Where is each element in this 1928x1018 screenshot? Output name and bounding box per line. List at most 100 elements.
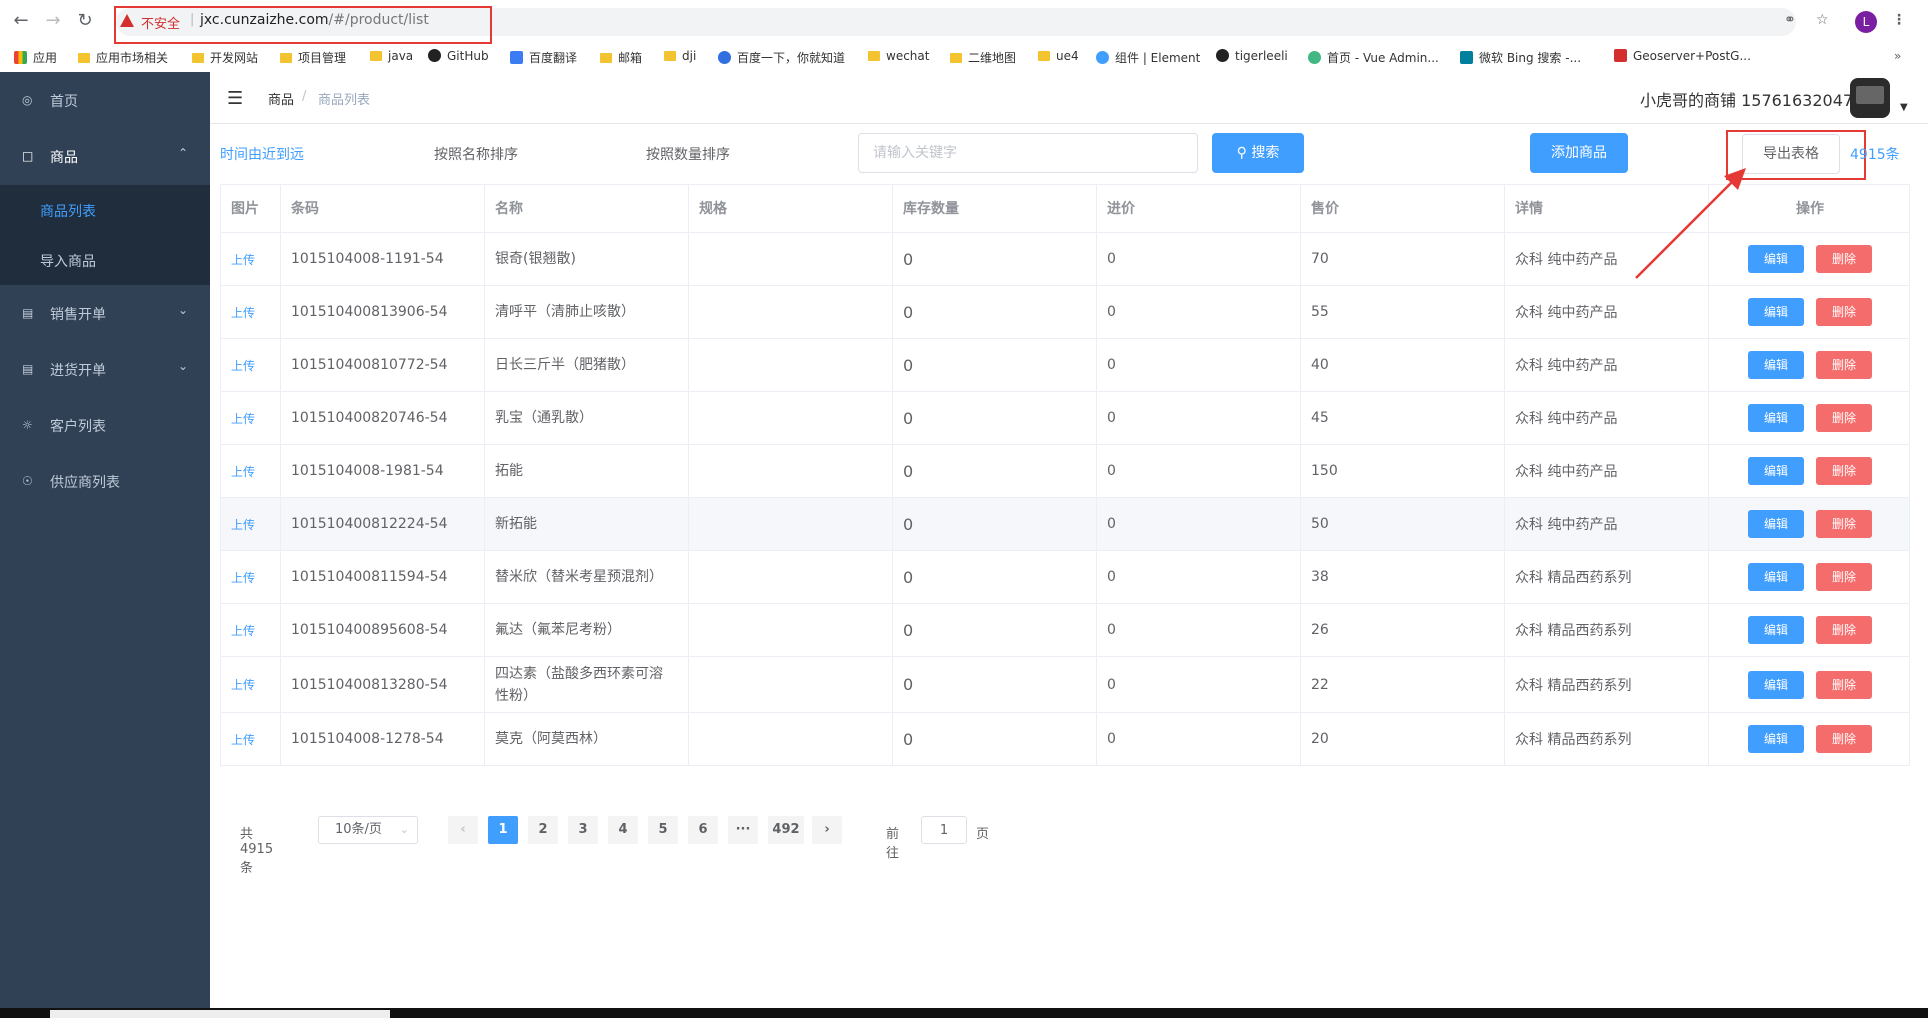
bookmark-apps[interactable]: 应用 (14, 49, 57, 66)
bookmark-folder[interactable]: 应用市场相关 (78, 49, 168, 66)
sidebar-item-import-products[interactable]: 导入商品 (0, 235, 210, 285)
add-product-button[interactable]: 添加商品 (1530, 133, 1628, 173)
sidebar-item-home[interactable]: ◎ 首页 (0, 72, 210, 128)
bookmark-label: wechat (886, 49, 930, 63)
folder-icon (664, 51, 676, 61)
cell-barcode: 1015104008-1278-54 (281, 713, 485, 765)
page-size-select[interactable]: 10条/页 ⌄ (318, 816, 418, 844)
search-button[interactable]: ⚲ 搜索 (1212, 133, 1304, 173)
upload-link[interactable]: 上传 (221, 445, 281, 497)
bookmark-baidu-translate[interactable]: 百度翻译 (510, 49, 577, 66)
cell-name: 新拓能 (485, 498, 689, 550)
bookmark-folder[interactable]: dji (664, 49, 696, 63)
sidebar-item-sales[interactable]: ▤ 销售开单 ⌄ (0, 285, 210, 341)
bookmark-folder[interactable]: java (370, 49, 413, 63)
page-button[interactable]: 492 (768, 816, 804, 844)
user-avatar[interactable] (1850, 78, 1890, 118)
delete-button[interactable]: 删除 (1816, 725, 1872, 753)
hamburger-icon[interactable]: ☰ (227, 88, 243, 109)
page-button[interactable]: 1 (488, 816, 518, 844)
delete-button[interactable]: 删除 (1816, 245, 1872, 273)
translate-icon (510, 51, 523, 64)
upload-link[interactable]: 上传 (221, 551, 281, 603)
edit-button[interactable]: 编辑 (1748, 457, 1804, 485)
table-header: 图片 条码 名称 规格 库存数量 进价 售价 详情 操作 (221, 185, 1909, 233)
back-arrow-icon[interactable]: ← (10, 10, 32, 32)
delete-button[interactable]: 删除 (1816, 351, 1872, 379)
reload-icon[interactable]: ↻ (74, 10, 96, 32)
upload-link[interactable]: 上传 (221, 604, 281, 656)
edit-button[interactable]: 编辑 (1748, 670, 1804, 699)
delete-button[interactable]: 删除 (1816, 510, 1872, 538)
sidebar-item-products[interactable]: □ 商品 ⌃ (0, 128, 210, 184)
page-button[interactable]: 5 (648, 816, 678, 844)
star-icon[interactable]: ☆ (1816, 12, 1829, 28)
edit-button[interactable]: 编辑 (1748, 725, 1804, 753)
profile-avatar[interactable]: L (1855, 11, 1877, 33)
sidebar-item-suppliers[interactable]: ☉ 供应商列表 (0, 453, 210, 509)
upload-link[interactable]: 上传 (221, 392, 281, 444)
breadcrumb-root[interactable]: 商品 (268, 89, 294, 108)
bookmark-folder[interactable]: 邮箱 (600, 49, 642, 66)
caret-down-icon[interactable]: ▼ (1900, 102, 1908, 113)
bookmark-folder[interactable]: wechat (868, 49, 929, 63)
page-button[interactable]: 6 (688, 816, 718, 844)
edit-button[interactable]: 编辑 (1748, 245, 1804, 273)
upload-link[interactable]: 上传 (221, 339, 281, 391)
bookmark-label: 项目管理 (298, 51, 347, 65)
delete-button[interactable]: 删除 (1816, 298, 1872, 326)
bookmark-tigerleeli[interactable]: tigerleeli (1216, 49, 1288, 63)
edit-button[interactable]: 编辑 (1748, 510, 1804, 538)
bookmark-folder[interactable]: 开发网站 (192, 49, 258, 66)
edit-button[interactable]: 编辑 (1748, 616, 1804, 644)
bookmark-bing[interactable]: 微软 Bing 搜索 -... (1460, 49, 1581, 66)
row-actions: 编辑 删除 (1709, 551, 1911, 603)
sidebar-item-customers[interactable]: ☼ 客户列表 (0, 397, 210, 453)
upload-link[interactable]: 上传 (221, 498, 281, 550)
page-button[interactable]: 2 (528, 816, 558, 844)
more-pages-button[interactable]: ··· (728, 816, 758, 844)
next-page-button[interactable]: › (812, 816, 842, 844)
cell-price: 150 (1301, 445, 1505, 497)
sidebar-item-label: 供应商列表 (50, 475, 120, 491)
search-input[interactable] (858, 133, 1198, 173)
sort-by-quantity-link[interactable]: 按照数量排序 (646, 144, 730, 164)
delete-button[interactable]: 删除 (1816, 457, 1872, 485)
page-button[interactable]: 3 (568, 816, 598, 844)
menu-dots-icon[interactable]: ⋮ (1892, 12, 1906, 28)
sort-by-time-link[interactable]: 时间由近到远 (220, 144, 304, 164)
bookmarks-overflow-icon[interactable]: » (1894, 49, 1901, 63)
cell-stock: 0 (893, 604, 1097, 656)
key-icon[interactable]: ⚭ (1784, 12, 1796, 28)
bookmark-folder[interactable]: ue4 (1038, 49, 1079, 63)
edit-button[interactable]: 编辑 (1748, 563, 1804, 591)
cell-spec (689, 286, 893, 338)
bookmark-geoserver[interactable]: Geoserver+PostG... (1614, 49, 1751, 63)
sort-by-name-link[interactable]: 按照名称排序 (434, 144, 518, 164)
upload-link[interactable]: 上传 (221, 286, 281, 338)
delete-button[interactable]: 删除 (1816, 616, 1872, 644)
bookmark-github[interactable]: GitHub (428, 49, 489, 63)
delete-button[interactable]: 删除 (1816, 670, 1872, 699)
bookmark-element[interactable]: 组件 | Element (1096, 49, 1200, 66)
edit-button[interactable]: 编辑 (1748, 404, 1804, 432)
edit-button[interactable]: 编辑 (1748, 351, 1804, 379)
edit-button[interactable]: 编辑 (1748, 298, 1804, 326)
delete-button[interactable]: 删除 (1816, 563, 1872, 591)
bookmark-folder[interactable]: 项目管理 (280, 49, 346, 66)
upload-link[interactable]: 上传 (221, 713, 281, 765)
bookmark-folder[interactable]: 二维地图 (950, 49, 1016, 66)
sidebar-item-product-list[interactable]: 商品列表 (0, 185, 210, 235)
bookmark-label: 开发网站 (210, 51, 259, 65)
bookmark-vue-admin[interactable]: 首页 - Vue Admin... (1308, 49, 1439, 66)
cell-cost: 0 (1097, 713, 1301, 765)
sidebar-item-purchase[interactable]: ▤ 进货开单 ⌄ (0, 341, 210, 397)
delete-button[interactable]: 删除 (1816, 404, 1872, 432)
page-button[interactable]: 4 (608, 816, 638, 844)
upload-link[interactable]: 上传 (221, 657, 281, 712)
prev-page-button[interactable]: ‹ (448, 816, 478, 844)
bookmark-baidu[interactable]: 百度一下，你就知道 (718, 49, 845, 66)
upload-link[interactable]: 上传 (221, 233, 281, 285)
forward-arrow-icon[interactable]: → (42, 10, 64, 32)
goto-page-input[interactable] (921, 816, 967, 844)
